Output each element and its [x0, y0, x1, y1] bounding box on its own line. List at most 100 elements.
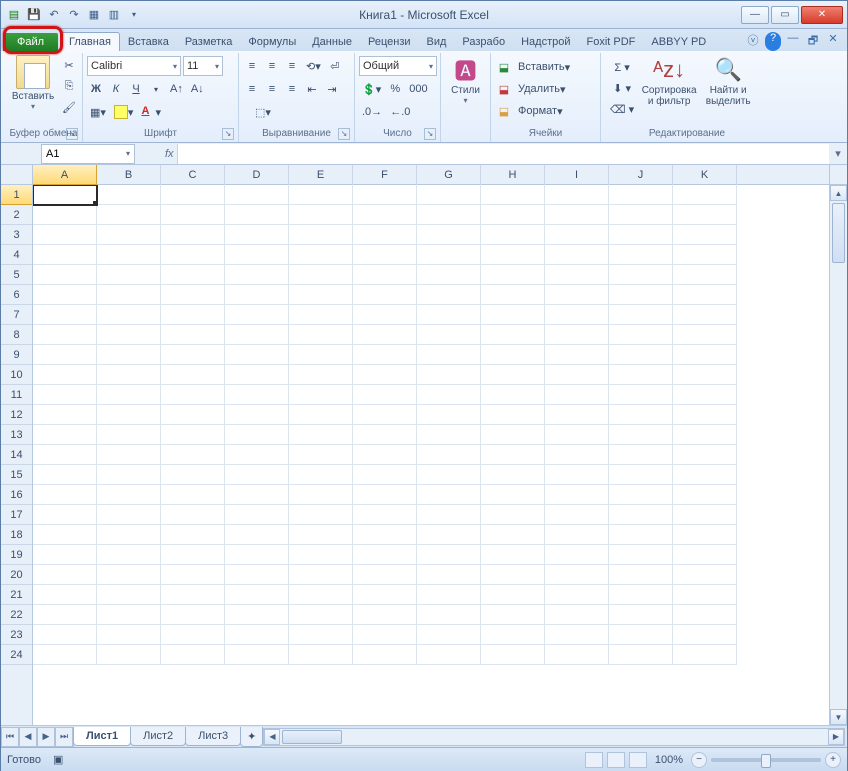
cell[interactable] [673, 285, 737, 305]
cell[interactable] [609, 225, 673, 245]
view-layout-icon[interactable] [607, 752, 625, 768]
select-all-button[interactable] [1, 165, 33, 185]
cell[interactable] [417, 505, 481, 525]
row-header-6[interactable]: 6 [1, 285, 32, 305]
cell[interactable] [609, 625, 673, 645]
cell[interactable] [353, 365, 417, 385]
sort-filter-button[interactable]: ᴬᴢ↓ Сортировка и фильтр [639, 53, 699, 109]
cell[interactable] [481, 365, 545, 385]
cell[interactable] [97, 225, 161, 245]
tab-addins[interactable]: Надстрой [513, 33, 578, 51]
borders-icon[interactable]: ▦▾ [87, 102, 109, 122]
cell[interactable] [97, 645, 161, 665]
cell[interactable] [33, 485, 97, 505]
cell[interactable] [289, 585, 353, 605]
hscroll-thumb[interactable] [282, 730, 342, 744]
tab-foxit[interactable]: Foxit PDF [579, 33, 644, 51]
cell[interactable] [609, 605, 673, 625]
cell[interactable] [609, 545, 673, 565]
macro-record-icon[interactable]: ▣ [53, 753, 63, 766]
cell[interactable] [673, 325, 737, 345]
cell[interactable] [33, 365, 97, 385]
vscroll-thumb[interactable] [832, 203, 845, 263]
cell[interactable] [33, 225, 97, 245]
zoom-in-button[interactable]: + [825, 752, 841, 768]
comma-icon[interactable]: 000 [406, 79, 430, 99]
doc-close-icon[interactable]: ✕ [825, 32, 841, 51]
cell[interactable] [481, 305, 545, 325]
wrap-text-icon[interactable]: ⏎ [326, 56, 344, 76]
cell[interactable] [481, 605, 545, 625]
cell[interactable] [673, 265, 737, 285]
cell[interactable] [417, 305, 481, 325]
cell[interactable] [225, 505, 289, 525]
formula-input[interactable] [177, 144, 829, 164]
insert-cells-button[interactable]: Вставить ▾ [515, 57, 581, 77]
column-header-J[interactable]: J [609, 165, 673, 185]
font-launcher-icon[interactable]: ↘ [222, 128, 234, 140]
cell[interactable] [609, 445, 673, 465]
cell[interactable] [481, 425, 545, 445]
cell[interactable] [353, 205, 417, 225]
cell[interactable] [609, 265, 673, 285]
cell[interactable] [417, 225, 481, 245]
scroll-down-icon[interactable]: ▼ [830, 709, 847, 725]
cell[interactable] [289, 425, 353, 445]
styles-button[interactable]: 🅰 Стили ▾ [445, 53, 486, 107]
tab-prev-icon[interactable]: ◀ [19, 727, 37, 747]
scroll-left-icon[interactable]: ◀ [264, 729, 280, 745]
merge-icon[interactable]: ⬚▾ [243, 102, 283, 122]
delete-cells-button[interactable]: Удалить ▾ [515, 79, 581, 99]
cell[interactable] [545, 265, 609, 285]
bold-button[interactable]: Ж [87, 79, 105, 99]
cell[interactable] [97, 325, 161, 345]
cell[interactable] [481, 205, 545, 225]
redo-icon[interactable]: ↷ [65, 6, 83, 24]
cell[interactable] [417, 605, 481, 625]
row-header-1[interactable]: 1 [1, 185, 32, 205]
tab-developer[interactable]: Разрабо [454, 33, 513, 51]
cell[interactable] [97, 265, 161, 285]
cell[interactable] [33, 565, 97, 585]
cell[interactable] [609, 365, 673, 385]
cell[interactable] [97, 605, 161, 625]
cell[interactable] [225, 225, 289, 245]
cell[interactable] [161, 245, 225, 265]
cell[interactable] [417, 585, 481, 605]
cell[interactable] [545, 465, 609, 485]
cell[interactable] [673, 345, 737, 365]
tab-file[interactable]: Файл [3, 33, 58, 51]
percent-icon[interactable]: % [386, 79, 404, 99]
cell[interactable] [289, 285, 353, 305]
cell[interactable] [225, 405, 289, 425]
cell[interactable] [673, 505, 737, 525]
tab-last-icon[interactable]: ⏭ [55, 727, 73, 747]
cell[interactable] [417, 185, 481, 205]
cell[interactable] [545, 485, 609, 505]
cell[interactable] [609, 465, 673, 485]
cell[interactable] [225, 585, 289, 605]
cell[interactable] [353, 605, 417, 625]
cell[interactable] [225, 565, 289, 585]
cell[interactable] [289, 465, 353, 485]
view-normal-icon[interactable] [585, 752, 603, 768]
cell[interactable] [33, 345, 97, 365]
cell[interactable] [225, 465, 289, 485]
cell[interactable] [609, 485, 673, 505]
cell[interactable] [545, 505, 609, 525]
fill-icon[interactable]: ⬇ ▾ [607, 78, 637, 98]
cell[interactable] [417, 245, 481, 265]
cell[interactable] [33, 425, 97, 445]
cell[interactable] [225, 545, 289, 565]
cell[interactable] [673, 645, 737, 665]
undo-icon[interactable]: ↶ [45, 6, 63, 24]
cell[interactable] [161, 465, 225, 485]
tab-data[interactable]: Данные [304, 33, 360, 51]
cell[interactable] [97, 525, 161, 545]
close-button[interactable]: ✕ [801, 6, 843, 24]
decrease-decimal-icon[interactable]: ←.0 [387, 102, 413, 122]
cell[interactable] [161, 565, 225, 585]
cell[interactable] [673, 305, 737, 325]
cell[interactable] [417, 205, 481, 225]
cell[interactable] [225, 265, 289, 285]
